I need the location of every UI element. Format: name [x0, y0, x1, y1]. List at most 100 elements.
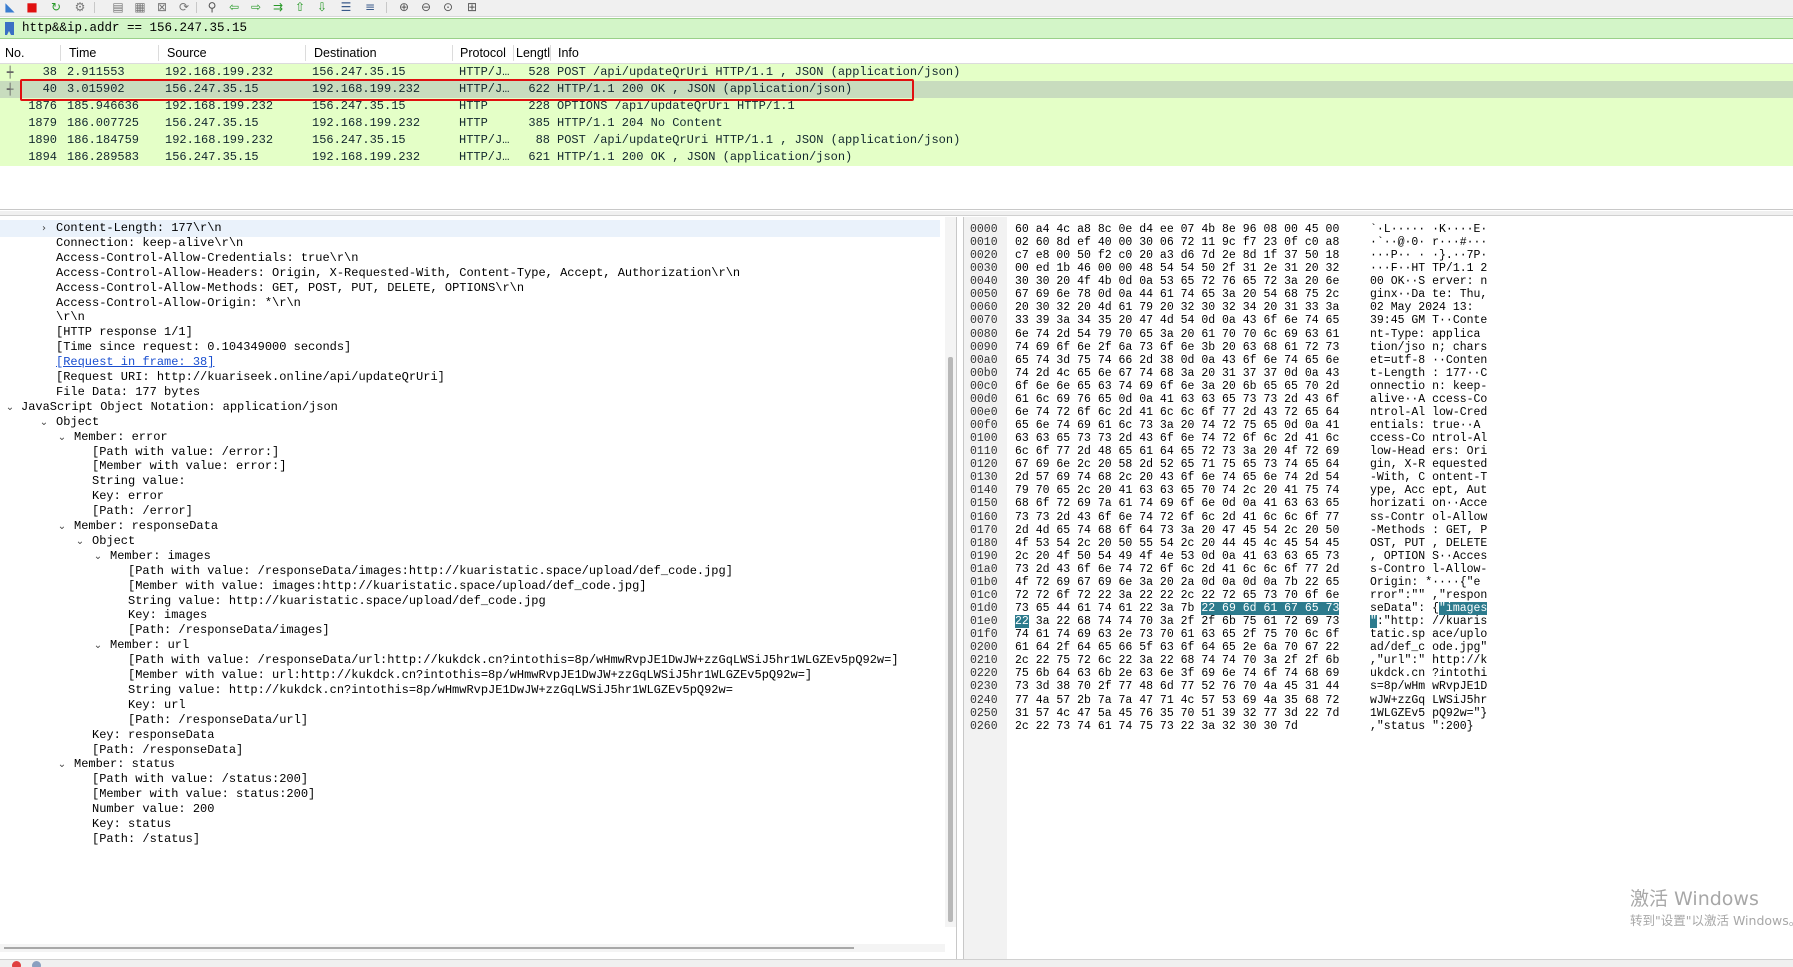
hex-bytes: 2d 57 69 74 68 2c 20 43 6f 6e 74 65 6e 7… — [1015, 471, 1340, 485]
ascii-text: OST, PUT , DELETE — [1370, 536, 1488, 550]
hex-bytes: 60 a4 4c a8 8c 0e d4 ee 07 4b 8e 96 08 0… — [1015, 223, 1340, 236]
hex-bytes: 65 6e 74 69 61 6c 73 3a 20 74 72 75 65 0… — [1015, 419, 1340, 433]
packet-cell-src: 192.168.199.232 — [165, 133, 274, 147]
hex-bytes: 6e 74 72 6f 6c 2d 41 6c 6c 6f 77 2d 43 7… — [1015, 405, 1340, 419]
packet-cell-src: 156.247.35.15 — [165, 150, 259, 164]
ascii-text: -With, C ontent-T — [1370, 471, 1488, 485]
detail-tree-item[interactable]: [Path: /status] — [0, 831, 940, 848]
restart-capture-icon[interactable]: ↻ — [48, 0, 64, 14]
zoom-out-icon[interactable]: ⊖ — [418, 0, 434, 14]
go-back-icon[interactable]: ⇦ — [226, 0, 242, 14]
column-header-protocol[interactable]: Protocol — [460, 46, 506, 60]
details-vertical-scrollbar[interactable] — [945, 217, 956, 927]
hex-bytes: 73 2d 43 6f 6e 74 72 6f 6c 2d 41 6c 6c 6… — [1015, 562, 1340, 576]
packet-cell-time: 186.007725 — [67, 116, 140, 130]
go-last-icon[interactable]: ⇩ — [314, 0, 330, 14]
hexdump-ascii: ,"status ":200} — [1370, 719, 1474, 734]
go-to-packet-icon[interactable]: ⇉ — [270, 0, 286, 14]
column-header-time[interactable]: Time — [69, 46, 96, 60]
autoscroll-icon[interactable]: ☰ — [338, 0, 354, 14]
packet-cell-len: 88 — [535, 133, 550, 147]
hex-bytes: 61 6c 69 76 65 0d 0a 41 63 63 65 73 73 2… — [1015, 392, 1340, 406]
details-horizontal-scrollbar[interactable] — [0, 944, 945, 952]
close-file-icon[interactable]: ⊠ — [154, 0, 170, 14]
status-bar — [0, 959, 1793, 967]
packet-row[interactable]: 1894 186.289583 156.247.35.15 192.168.199.2… — [0, 149, 1793, 166]
ascii-text: s=8p/wHm wRvpJE1D — [1370, 680, 1488, 694]
stop-capture-icon[interactable]: ■ — [24, 0, 40, 14]
bookmark-icon[interactable] — [5, 22, 14, 35]
ascii-text: et=utf-8 ··Conten — [1370, 353, 1488, 367]
column-separator[interactable] — [158, 45, 159, 61]
hex-bytes: 31 57 4c 47 5a 45 76 35 70 51 39 32 77 3… — [1015, 706, 1340, 720]
ascii-text: onnectio n: keep- — [1370, 379, 1488, 393]
column-separator[interactable] — [305, 45, 306, 61]
column-header-info[interactable]: Info — [558, 46, 579, 60]
shark-fin-icon[interactable]: ◣ — [2, 0, 18, 14]
ascii-text: ype, Acc ept, Aut — [1370, 484, 1488, 498]
hexdump-line[interactable]: 0260 2c 22 73 74 61 74 75 73 22 3a 32 30 … — [964, 719, 1793, 734]
ascii-text: `·L····· ·K····E· — [1370, 223, 1488, 236]
hex-bytes: 20 30 32 20 4d 61 79 20 32 30 32 34 20 3… — [1015, 301, 1340, 315]
packet-cell-time: 186.184759 — [67, 133, 140, 147]
column-header-destination[interactable]: Destination — [314, 46, 377, 60]
ascii-text: ukdck.cn ?intothi — [1370, 667, 1488, 681]
pane-splitter[interactable] — [0, 211, 1793, 216]
hexdump-offset: 0260 — [970, 719, 998, 733]
go-forward-icon[interactable]: ⇨ — [248, 0, 264, 14]
ascii-text: , OPTION S··Acces — [1370, 549, 1488, 563]
packet-cell-proto: HTTP/J… — [459, 133, 510, 147]
packet-cell-proto: HTTP — [459, 116, 488, 130]
ascii-text: ,"url":" http://k — [1370, 654, 1488, 668]
ascii-text: ···P·· · ·}.··7P· — [1370, 249, 1488, 263]
details-scrollbar-thumb[interactable] — [948, 357, 953, 922]
column-separator[interactable] — [452, 45, 453, 61]
packet-cell-time: 186.289583 — [67, 150, 140, 164]
reload-file-icon[interactable]: ⟳ — [176, 0, 192, 14]
details-hscrollbar-thumb[interactable] — [4, 947, 854, 949]
packet-row[interactable]: 1879 186.007725 156.247.35.15 192.168.199.2… — [0, 115, 1793, 132]
packet-cell-dst: 192.168.199.232 — [312, 116, 421, 130]
save-file-icon[interactable]: ▦ — [132, 0, 148, 14]
capture-comment-icon[interactable] — [32, 961, 41, 967]
column-header-source[interactable]: Source — [167, 46, 207, 60]
zoom-in-icon[interactable]: ⊕ — [396, 0, 412, 14]
ascii-text: ccess-Co ntrol-Al — [1370, 432, 1488, 446]
hex-bytes: 3a 22 68 74 74 70 3a 2f 2f 6b 75 61 72 6… — [1028, 615, 1340, 629]
capture-options-icon[interactable]: ⚙ — [72, 0, 88, 14]
hex-bytes: 74 61 74 69 63 2e 73 70 61 63 65 2f 75 7… — [1015, 628, 1340, 642]
hex-bytes: 73 73 2d 43 6f 6e 74 72 6f 6c 2d 41 6c 6… — [1015, 510, 1340, 524]
ascii-text: ginx··Da te: Thu, — [1370, 288, 1488, 302]
hex-bytes: 2c 22 75 72 6c 22 3a 22 68 74 74 70 3a 2… — [1015, 654, 1340, 668]
ascii-text-selected: " — [1370, 615, 1377, 629]
toolbar-separator — [94, 2, 95, 13]
ascii-text: alive··A ccess-Co — [1370, 392, 1488, 406]
find-packet-icon[interactable]: ⚲ — [204, 0, 220, 14]
ascii-text: ad/def_c ode.jpg" — [1370, 641, 1488, 655]
ascii-text: -Methods : GET, P — [1370, 523, 1488, 537]
packet-row[interactable]: 1890 186.184759 192.168.199.232 156.247.35.… — [0, 132, 1793, 149]
resize-columns-icon[interactable]: ⊞ — [464, 0, 480, 14]
colorize-icon[interactable]: ≡ — [362, 0, 378, 14]
ascii-text: low-Head ers: Ori — [1370, 445, 1488, 459]
hexdump-bytes: 2c 22 73 74 61 74 75 73 22 3a 32 30 30 7… — [1015, 719, 1298, 734]
hex-bytes: 33 39 3a 34 35 20 47 4d 54 0d 0a 43 6f 6… — [1015, 314, 1340, 328]
hex-bytes: 65 74 3d 75 74 66 2d 38 0d 0a 43 6f 6e 7… — [1015, 353, 1340, 367]
ascii-text: nt-Type: applica — [1370, 327, 1481, 341]
expert-info-icon[interactable] — [12, 961, 21, 967]
display-filter-input[interactable]: http&&ip.addr == 156.247.35.15 — [22, 19, 247, 38]
column-header-length[interactable]: Lengtl — [516, 46, 550, 60]
column-header-no[interactable]: No. — [5, 46, 24, 60]
open-file-icon[interactable]: ▤ — [110, 0, 126, 14]
ascii-text: 02 May 2024 13: — [1370, 301, 1474, 315]
column-separator[interactable] — [550, 45, 551, 61]
hex-bytes: 67 69 6e 78 0d 0a 44 61 74 65 3a 20 54 6… — [1015, 288, 1340, 302]
ascii-text: 39:45 GM T··Conte — [1370, 314, 1488, 328]
packet-list-header: No. Time Source Destination Protocol Len… — [0, 42, 1793, 64]
zoom-normal-icon[interactable]: ⊙ — [440, 0, 456, 14]
column-separator[interactable] — [513, 45, 514, 61]
hex-bytes: 6c 6f 77 2d 48 65 61 64 65 72 73 3a 20 4… — [1015, 445, 1340, 459]
ascii-text: tion/jso n; chars — [1370, 340, 1488, 354]
column-separator[interactable] — [60, 45, 61, 61]
go-first-icon[interactable]: ⇧ — [292, 0, 308, 14]
